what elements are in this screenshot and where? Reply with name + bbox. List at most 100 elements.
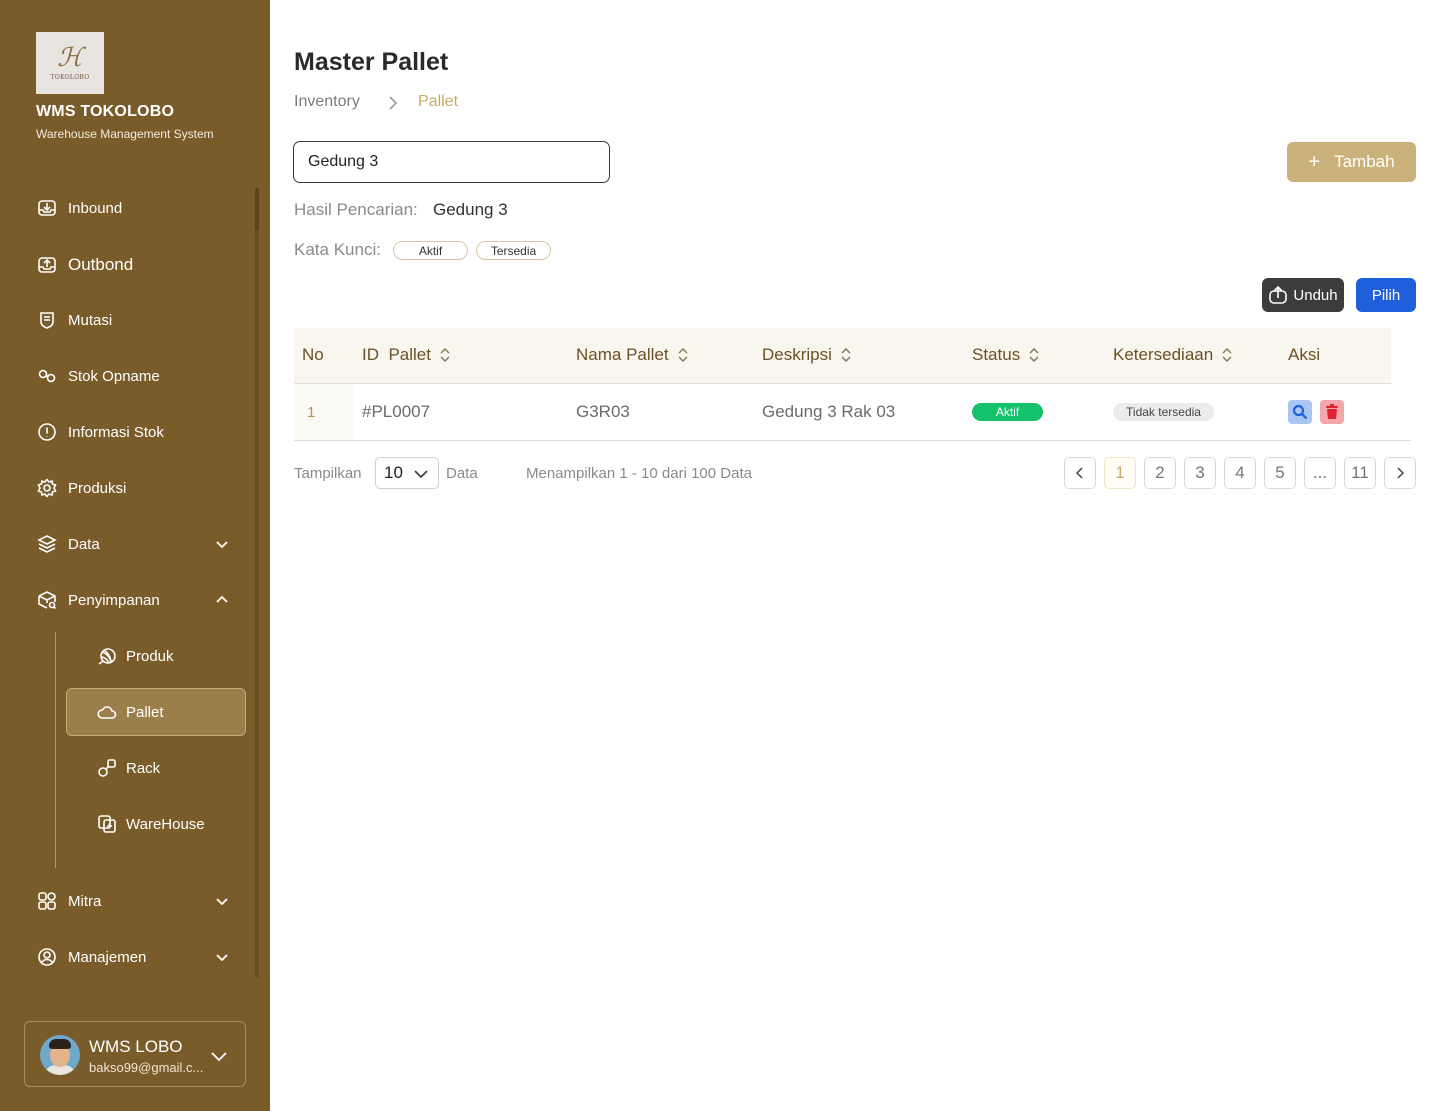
avatar [40,1035,80,1075]
pagination-page-1[interactable]: 1 [1104,457,1136,489]
cell-deskripsi: Gedung 3 Rak 03 [762,402,896,421]
th-label: Status [972,345,1021,364]
sidebar-item-outbond[interactable]: Outbond [36,245,236,285]
chevron-down-icon [414,470,428,479]
sort-icon[interactable] [439,348,451,362]
chevron-left-icon [1075,467,1083,479]
select-button[interactable]: Pilih [1356,278,1416,312]
sidebar-subitem-label: Pallet [126,703,164,721]
chevron-up-icon[interactable] [214,592,230,608]
copy-plus-icon [96,813,118,835]
user-profile-card[interactable]: WMS LOBO bakso99@gmail.c... [24,1021,246,1087]
chevron-down-icon[interactable] [209,1046,229,1066]
sidebar-item-penyimpanan[interactable]: Penyimpanan [36,580,236,620]
pagination-page-11[interactable]: 11 [1344,457,1376,489]
sidebar-item-label: Informasi Stok [68,423,164,441]
th-deskripsi[interactable]: Deskripsi [762,345,852,365]
add-button-label: Tambah [1334,152,1395,171]
view-button[interactable] [1288,400,1312,424]
sidebar-item-label: Mitra [68,892,102,910]
th-label: ID Pallet [362,345,431,364]
sidebar-item-manajemen[interactable]: Manajemen [36,937,236,977]
th-aksi: Aksi [1288,345,1320,365]
search-input[interactable] [293,141,610,183]
sort-icon[interactable] [840,348,852,362]
th-no: No [302,345,324,365]
sidebar-subitem-warehouse[interactable]: WareHouse [96,804,205,844]
add-button[interactable]: + Tambah [1287,142,1416,182]
pagination-next-button[interactable] [1384,457,1416,489]
sidebar-subitem-rack[interactable]: Rack [96,748,160,788]
page-size-value: 10 [384,463,403,482]
sidebar-scrollbar[interactable] [255,188,259,978]
page-title: Master Pallet [294,48,449,76]
cell-id-pallet: #PL0007 [362,402,431,421]
sort-icon[interactable] [677,348,689,362]
box-search-icon [36,589,58,611]
brand-logo: ℋ TOKOLOBO [36,32,104,94]
sidebar-item-label: Produksi [68,479,127,497]
sidebar-item-inbound[interactable]: Inbound [36,188,236,228]
breadcrumb-pallet: Pallet [418,93,459,110]
user-email: bakso99@gmail.c... [89,1060,204,1075]
sidebar-item-label: Stok Opname [68,367,160,385]
keyword-chip-aktif[interactable]: Aktif [393,241,468,260]
app-subtitle: Warehouse Management System [36,127,214,141]
keyword-label: Kata Kunci: [294,240,381,259]
sidebar-item-mutasi[interactable]: Mutasi [36,300,236,340]
sort-icon[interactable] [1221,348,1233,362]
chevron-down-icon[interactable] [214,893,230,909]
pagination-page-5[interactable]: 5 [1264,457,1296,489]
download-button[interactable]: Unduh [1262,278,1344,312]
delete-button[interactable] [1320,400,1344,424]
upload-share-icon [1269,285,1288,304]
sidebar-subitem-label: WareHouse [126,815,205,833]
keyword-chip-tersedia[interactable]: Tersedia [476,241,551,260]
chevron-down-icon[interactable] [214,949,230,965]
th-ketersediaan[interactable]: Ketersediaan [1113,345,1233,365]
app-name: WMS TOKOLOBO [36,103,175,120]
pagination-ellipsis[interactable]: ... [1304,457,1336,489]
chevron-right-icon [1397,467,1405,479]
pagination-page-4[interactable]: 4 [1224,457,1256,489]
trash-icon [1326,404,1338,419]
th-id-pallet[interactable]: ID Pallet [362,345,451,365]
logo-mark-icon: ℋ [57,42,83,73]
th-label: No [302,345,324,364]
shield-list-icon [36,309,58,331]
sidebar-item-mitra[interactable]: Mitra [36,881,236,921]
page-size-suffix: Data [446,465,478,482]
th-label: Ketersediaan [1113,345,1214,364]
link-chain-icon [36,365,58,387]
chevron-down-icon[interactable] [214,536,230,552]
sidebar-item-data[interactable]: Data [36,524,236,564]
cell-nama-pallet: G3R03 [576,402,630,421]
sidebar-item-informasi-stok[interactable]: Informasi Stok [36,412,236,452]
sidebar-item-label: Inbound [68,199,123,217]
pagination-prev-button[interactable] [1064,457,1096,489]
sidebar-subitem-produk[interactable]: Produk [96,636,174,676]
sidebar-item-label: Outbond [68,255,134,274]
pagination-page-2[interactable]: 2 [1144,457,1176,489]
pagination-range-text: Menampilkan 1 - 10 dari 100 Data [526,465,752,482]
inbox-upload-icon [36,254,58,276]
sidebar-item-produksi[interactable]: Produksi [36,468,236,508]
sidebar-subitem-pallet[interactable]: Pallet [96,692,164,732]
cloud-icon [96,701,118,723]
sidebar-item-stok-opname[interactable]: Stok Opname [36,356,236,396]
sidebar-item-label: Mutasi [68,311,113,329]
sort-icon[interactable] [1028,348,1040,362]
sidebar-item-label: Manajemen [68,948,147,966]
th-label: Aksi [1288,345,1321,364]
gear-icon [36,477,58,499]
pagination-page-3[interactable]: 3 [1184,457,1216,489]
sidebar-scrollbar-thumb[interactable] [255,188,259,230]
search-icon [1292,404,1308,420]
th-status[interactable]: Status [972,345,1040,365]
breadcrumb-inventory[interactable]: Inventory [294,93,360,111]
sidebar-item-label: Data [68,535,100,553]
table-cell-no-bg [294,384,353,440]
page-size-select[interactable]: 10 [375,457,439,489]
th-nama-pallet[interactable]: Nama Pallet [576,345,689,365]
grid-apps-icon [36,890,58,912]
